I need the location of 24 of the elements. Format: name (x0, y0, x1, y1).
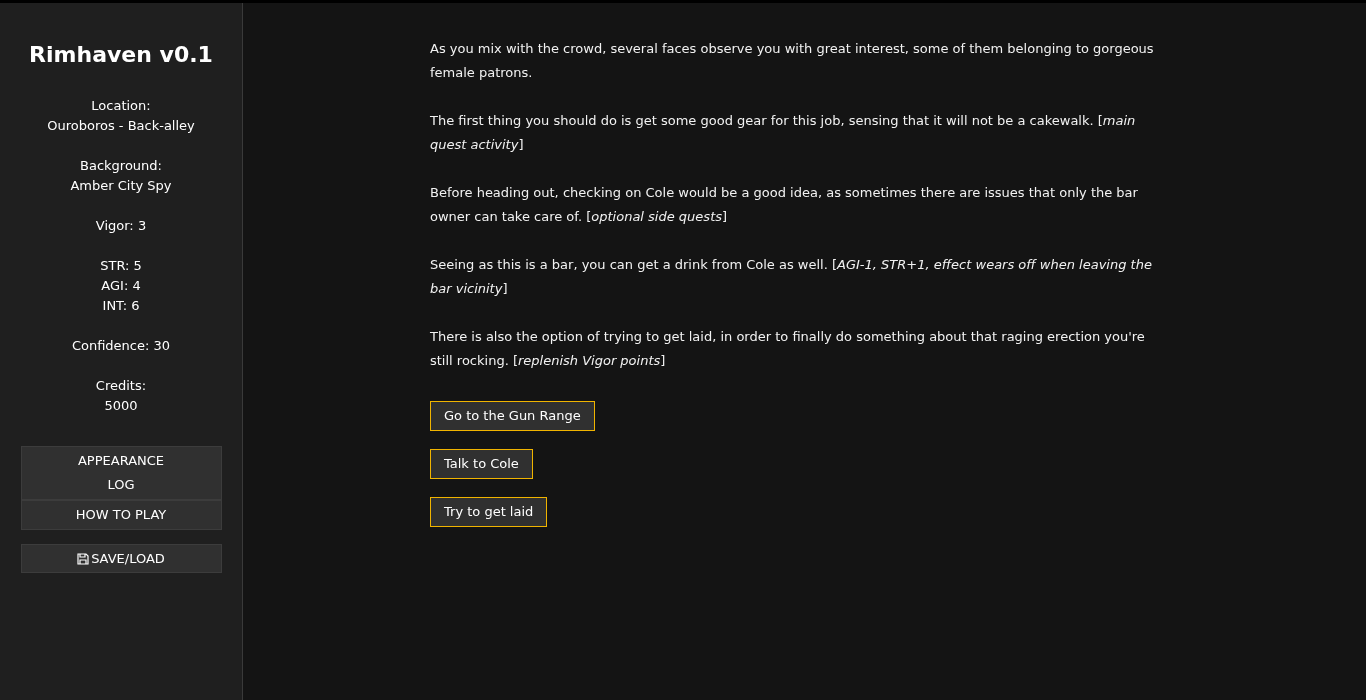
menu-item[interactable]: HOW TO PLAY (21, 503, 221, 527)
stat-text: Amber City Spy (70, 177, 172, 195)
choice-button[interactable]: Try to get laid (430, 497, 548, 527)
choice-button[interactable]: Talk to Cole (430, 449, 533, 479)
stat-text: Background: (80, 157, 162, 175)
stat-text: STR: 5 (100, 257, 142, 275)
story-paragraph: Before heading out, checking on Cole would be a good idea, as sometimes there are issues that only the bar owner can take care of. [optional side quests] (430, 184, 1139, 226)
menu-item[interactable]: LOG (21, 473, 221, 497)
stat-text: INT: 6 (102, 297, 140, 315)
stat-text: Credits: (95, 377, 147, 395)
game-title: Rimhaven v0.1 (29, 41, 213, 69)
stat-text: Vigor: 3 (95, 217, 147, 235)
stat-text: 5000 (104, 397, 138, 415)
save-load-button[interactable]: SAVE/LOAD (20, 544, 222, 573)
stat-text: AGI: 4 (101, 277, 141, 295)
story-paragraph: The first thing you should do is get some good gear for this job, sensing that it will not be a cakewalk. [main quest activity] (430, 112, 1137, 154)
stat-text: Location: (91, 97, 151, 115)
choice-button[interactable]: Go to the Gun Range (430, 401, 595, 431)
story-paragraph: As you mix with the crowd, several faces observe you with great interest, some of them belonging to gorgeous female patrons. (430, 40, 1155, 82)
stat-text: Confidence: 30 (71, 337, 171, 355)
menu-item[interactable]: APPEARANCE (21, 449, 221, 473)
story-paragraph: There is also the option of trying to get laid, in order to finally do something about that raging erection you're still rocking. [replenish Vigor points] (430, 328, 1146, 370)
story-paragraph: Seeing as this is a bar, you can get a drink from Cole as well. [AGI-1, STR+1, effect wears off when leaving the bar vicinity] (430, 256, 1153, 298)
stat-text: Ouroboros - Back-alley (47, 117, 195, 135)
